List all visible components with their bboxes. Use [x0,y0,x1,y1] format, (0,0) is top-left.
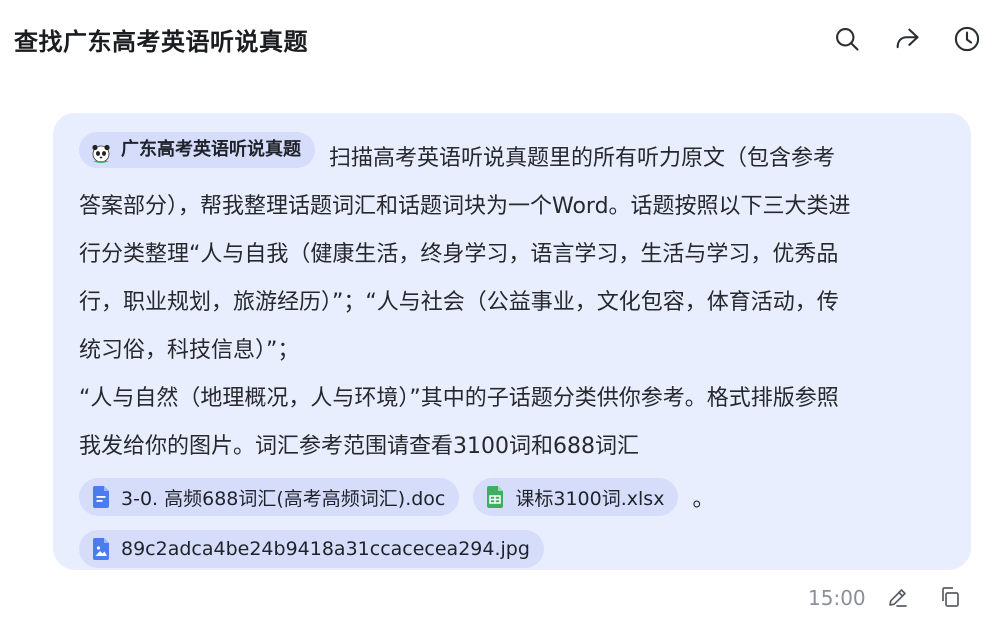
user-message-bubble: 广东高考英语听说真题 扫描高考英语听说真题里的所有听力原文（包含参考 答案部分）… [53,113,971,570]
spreadsheet-file-icon [487,486,504,508]
copy-icon[interactable] [938,585,964,611]
history-icon[interactable] [952,24,982,54]
attachment-name: 3-0. 高频688词汇(高考高频词汇).doc [121,487,446,510]
attachment-name: 89c2adca4be24b9418a31ccacecea294.jpg [121,538,530,560]
message-line: 我发给你的图片。词汇参考范围请查看3100词和688词汇 [79,434,639,459]
period-text: 。 [692,487,715,512]
page-title: 查找广东高考英语听说真题 [14,28,308,56]
attachment-name: 课标3100词.xlsx [515,487,665,510]
message-line: “人与自然（地理概况，人与环境）”其中的子话题分类供你参考。格式排版参照 [79,386,839,411]
message-line: 统习俗，科技信息）”； [79,338,300,363]
message-line: 答案部分），帮我整理话题词汇和话题词块为一个Word。话题按照以下三大类进 [79,194,851,219]
mention-label: 广东高考英语听说真题 [121,139,301,160]
attachment-doc[interactable]: 3-0. 高频688词汇(高考高频词汇).doc [79,478,460,516]
attachment-row: 3-0. 高频688词汇(高考高频词汇).doc 课标3100词.xlsx 。 [79,471,945,523]
share-icon[interactable] [892,24,922,54]
message-line: 行，职业规划，旅游经历）”；“人与社会（公益事业，文化包容，体育活动，传 [79,290,839,315]
message-timestamp: 15:00 [808,586,866,610]
message-line: 行分类整理“人与自我（健康生活，终身学习，语言学习，生活与学习，优秀品 [79,242,839,267]
search-icon[interactable] [832,24,862,54]
edit-icon[interactable] [886,585,912,611]
message-text: 广东高考英语听说真题 扫描高考英语听说真题里的所有听力原文（包含参考 答案部分）… [79,132,949,471]
panda-icon [91,140,111,163]
attachment-image[interactable]: 89c2adca4be24b9418a31ccacecea294.jpg [79,530,544,568]
chat-header: 查找广东高考英语听说真题 [0,0,1000,80]
attachment-row: 89c2adca4be24b9418a31ccacecea294.jpg [79,523,945,575]
doc-file-icon [93,486,109,508]
mention-chip[interactable]: 广东高考英语听说真题 [79,132,315,168]
image-file-icon [93,538,109,560]
message-line: 扫描高考英语听说真题里的所有听力原文（包含参考 [329,146,836,171]
attachment-xlsx[interactable]: 课标3100词.xlsx [473,478,679,516]
